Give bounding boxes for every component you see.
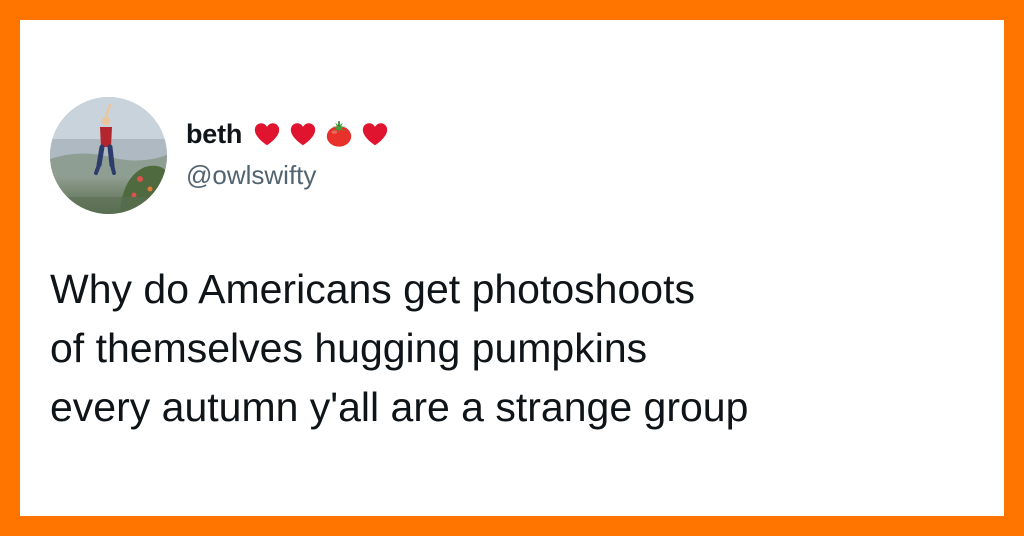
author-display-name[interactable]: beth [186,119,242,150]
author-name-row: beth [186,114,390,154]
tweet-text: Why do Americans get photoshoots of them… [50,260,980,437]
avatar[interactable] [50,97,167,214]
avatar-photo-icon [50,97,167,214]
tweet-text-line: Why do Americans get photoshoots [50,266,695,312]
tomato-icon [327,120,352,147]
red-heart-icon [255,123,280,146]
orange-frame: beth @owlswifty Why do Americans get pho… [0,0,1024,536]
author-handle[interactable]: @owlswifty [186,160,316,191]
red-heart-icon [363,123,388,146]
tweet-card: beth @owlswifty Why do Americans get pho… [20,20,1004,516]
red-heart-icon [291,123,316,146]
tweet-text-line: of themselves hugging pumpkins [50,325,648,371]
tweet-text-line: every autumn y'all are a strange group [50,384,749,430]
